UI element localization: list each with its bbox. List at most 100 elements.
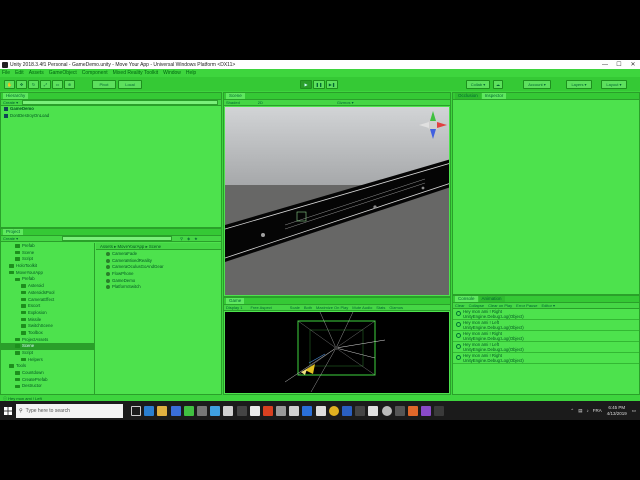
console-entry[interactable]: Hey mon ami ! Left UnityEngine.Debug:Log(… [453,342,639,353]
app-icon[interactable] [276,405,287,416]
project-folder-item[interactable]: Scene [1,343,94,350]
tab-inspector[interactable]: Inspector [481,93,507,99]
project-folder-item[interactable]: HoloToolkit [1,263,94,270]
move-tool-icon[interactable]: ✥ [16,80,27,89]
project-folder-item[interactable]: Destructor [1,383,94,390]
network-icon[interactable]: ▤ [578,408,582,414]
tab-project[interactable]: Project [3,229,24,235]
volume-icon[interactable]: ♪ [586,408,588,413]
project-folder-item[interactable]: MoveYourApp [1,270,94,277]
maximize-button[interactable]: ☐ [612,61,626,68]
project-folder-item[interactable]: CameraEffect [1,297,94,304]
project-folder-item[interactable]: Prefab [1,276,94,283]
app-icon[interactable] [434,405,445,416]
hierarchy-create-button[interactable]: Create ▾ [3,100,18,105]
file-explorer-icon[interactable] [157,405,168,416]
pivot-toggle[interactable]: Pivot [92,80,116,89]
language-indicator[interactable]: FRA [593,408,602,413]
store-icon[interactable] [170,405,181,416]
layers-dropdown[interactable]: Layers ▾ [566,80,592,89]
transform-tool-icon[interactable]: ⊕ [64,80,75,89]
menu-file[interactable]: File [2,70,10,76]
app-icon[interactable] [315,405,326,416]
app-icon[interactable] [223,405,234,416]
app-icon[interactable] [368,405,379,416]
tab-scene[interactable]: Scene [226,93,245,99]
mute-audio-toggle[interactable]: Mute Audio [352,305,372,310]
2d-toggle[interactable]: 2D [258,100,263,105]
rect-tool-icon[interactable]: ▭ [52,80,63,89]
pause-button[interactable]: ❚❚ [313,80,325,89]
project-folder-item[interactable]: SwitchScene [1,323,94,330]
menu-assets[interactable]: Assets [29,70,44,76]
visual-studio-icon[interactable] [421,405,432,416]
star-icon[interactable]: ★ [194,236,198,241]
project-search-input[interactable] [62,236,173,241]
stats-toggle[interactable]: Stats [376,305,385,310]
eye-dropdown[interactable]: Both [304,305,312,310]
scene-gizmos-dropdown[interactable]: Gizmos ▾ [337,100,354,105]
console-entry[interactable]: Hey mon ami ! Left UnityEngine.Debug:Log(… [453,320,639,331]
chrome-icon[interactable] [328,405,339,416]
filter-icon[interactable]: ⚲ [180,236,183,241]
console-editor-dropdown[interactable]: Editor ▾ [542,303,556,308]
tab-hierarchy[interactable]: Hierarchy [3,93,29,99]
label-icon[interactable]: ◈ [187,236,190,241]
hierarchy-item-gamedemo[interactable]: GameDemo [1,106,221,113]
console-clear-on-play-toggle[interactable]: Clear on Play [488,303,512,308]
scale-tool-icon[interactable]: ⤢ [40,80,51,89]
tab-game[interactable]: Game [226,298,245,304]
menu-help[interactable]: Help [186,70,196,76]
visual-studio-code-icon[interactable] [302,405,313,416]
scale-slider[interactable]: Scale [290,305,300,310]
asset-item[interactable]: CameraFade [106,251,221,258]
project-folder-item[interactable]: Toolbox [1,330,94,337]
hierarchy-search-input[interactable] [22,100,218,105]
minimize-button[interactable]: — [598,62,612,68]
shading-mode-dropdown[interactable]: Shaded [226,100,240,105]
project-folder-item[interactable]: Escort [1,303,94,310]
menu-component[interactable]: Component [82,70,108,76]
rotate-tool-icon[interactable]: ↻ [28,80,39,89]
console-collapse-toggle[interactable]: Collapse [469,303,485,308]
menu-gameobject[interactable]: GameObject [49,70,77,76]
tab-animation[interactable]: Animation [478,296,505,302]
app-icon[interactable] [196,405,207,416]
app-icon[interactable] [381,405,392,416]
scene-viewport[interactable] [225,107,449,295]
app-icon[interactable] [407,405,418,416]
project-folder-item[interactable]: Scene [1,250,94,257]
app-icon[interactable] [249,405,260,416]
app-icon[interactable] [355,405,366,416]
asset-item[interactable]: PlatformSwitch [106,284,221,291]
breadcrumb-moveyourapp[interactable]: MoveYourApp [117,244,144,249]
taskbar-clock[interactable]: 6:45 PM 4/13/2019 [607,405,627,416]
tab-occlusion[interactable]: Occlusion [455,93,481,99]
console-error-pause-toggle[interactable]: Error Pause [516,303,537,308]
asset-item[interactable]: CameraOculusGoAndGear [106,264,221,271]
menu-window[interactable]: Window [163,70,181,76]
local-toggle[interactable]: Local [118,80,142,89]
project-folder-item[interactable]: Prefab [1,243,94,250]
console-entry[interactable]: Hey mon ami ! Right UnityEngine.Debug:Log… [453,309,639,320]
console-entry[interactable]: Hey mon ami ! Right UnityEngine.Debug:Log… [453,353,639,364]
project-folder-item[interactable]: Missile [1,317,94,324]
project-folder-item[interactable]: Script [1,256,94,263]
project-folder-item[interactable]: Countdown [1,370,94,377]
layout-dropdown[interactable]: Layout ▾ [601,80,627,89]
asset-item[interactable]: GameDemo [106,278,221,285]
project-folder-item[interactable]: Asteroid [1,283,94,290]
taskbar-search-input[interactable]: ⚲ Type here to search [16,403,123,418]
maximize-on-play-toggle[interactable]: Maximize On Play [316,305,348,310]
task-view-icon[interactable] [131,405,141,416]
windows-start-button[interactable] [0,401,16,420]
cloud-icon[interactable]: ☁ [493,80,503,89]
project-folder-item[interactable]: Helpers [1,357,94,364]
xbox-icon[interactable] [183,405,194,416]
close-button[interactable]: ✕ [626,61,640,68]
step-button[interactable]: ▶❚ [326,80,338,89]
project-create-button[interactable]: Create ▾ [3,236,18,241]
app-icon[interactable] [262,405,273,416]
project-folder-item[interactable]: AsteroidsPool [1,290,94,297]
hierarchy-item-dontdestroyonload[interactable]: DontDestroyOnLoad [1,113,221,120]
